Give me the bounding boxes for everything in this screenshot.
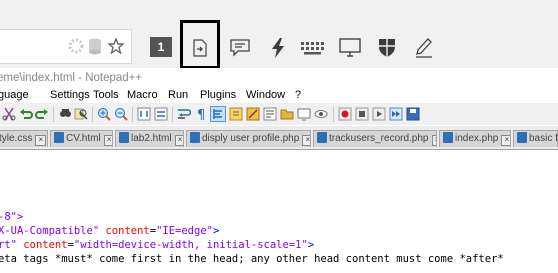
code-token: "width=device-width, initial-scale=1" <box>73 239 308 251</box>
sync-horizontal-icon[interactable] <box>154 107 168 121</box>
code-token: content <box>23 239 68 251</box>
record-macro-icon[interactable] <box>338 107 352 121</box>
code-token: X-UA-Compatible" <box>0 225 100 237</box>
code-token: > <box>307 239 315 251</box>
monitor-icon[interactable] <box>337 36 363 60</box>
close-icon[interactable]: × <box>103 135 112 146</box>
replace-icon[interactable] <box>74 107 88 121</box>
tab-count-badge[interactable]: 1 <box>150 37 172 57</box>
menu-tools[interactable]: Tools <box>93 88 119 102</box>
menu-macro[interactable]: Macro <box>127 88 158 102</box>
menu-language[interactable]: guage <box>0 88 29 102</box>
svg-text:¶: ¶ <box>197 108 205 121</box>
file-icon <box>317 132 327 143</box>
indent-guide-icon[interactable] <box>210 106 226 122</box>
find-icon[interactable] <box>58 107 72 121</box>
lightning-icon[interactable] <box>265 36 291 60</box>
user-lang-icon[interactable] <box>229 107 243 121</box>
doc-tab[interactable]: CV.html × <box>50 130 113 147</box>
sync-vertical-icon[interactable] <box>137 107 151 121</box>
code-token: eta tags *must* come first in the head; … <box>0 253 504 265</box>
file-icon <box>190 132 200 143</box>
close-icon[interactable]: × <box>302 135 310 146</box>
doc-tab-label: lab2.html <box>131 133 172 144</box>
code-line: -8"> <box>0 211 23 223</box>
close-icon[interactable]: × <box>431 135 436 146</box>
doc-tab-label: basic f <box>529 133 558 144</box>
file-icon <box>443 132 453 143</box>
redo-icon[interactable] <box>35 107 49 121</box>
code-line: rt" content="width=device-width, initial… <box>0 239 314 251</box>
document-tab-bar: tyle.css × CV.html × lab2.html × disply use… <box>0 126 558 150</box>
doc-tab-label: trackusers_record.php <box>329 133 429 144</box>
word-wrap-icon[interactable] <box>177 107 191 121</box>
doc-tab-label: tyle.css <box>0 133 33 144</box>
monitoring-icon[interactable] <box>297 107 311 121</box>
code-token: content <box>105 225 150 237</box>
save-macro-icon[interactable] <box>406 107 420 121</box>
zoom-out-icon[interactable] <box>114 107 128 121</box>
zoom-in-icon[interactable] <box>97 107 111 121</box>
doc-tab[interactable]: disply user profile.php × <box>186 130 311 147</box>
doc-tab-label: CV.html <box>66 133 101 144</box>
code-token: -8"> <box>0 211 24 223</box>
browser-toolbar: 1 <box>0 0 558 69</box>
file-icon <box>517 132 527 143</box>
code-token: rt" <box>0 239 17 251</box>
star-icon[interactable] <box>107 37 125 58</box>
close-icon[interactable]: × <box>174 135 183 146</box>
code-line: eta tags *must* come first in the head; … <box>0 253 504 265</box>
shield-icon[interactable] <box>374 36 400 60</box>
run-macro-multiple-icon[interactable] <box>389 107 403 121</box>
play-macro-icon[interactable] <box>372 107 386 121</box>
menu-settings[interactable]: Settings <box>50 88 90 102</box>
menu-plugins[interactable]: Plugins <box>200 88 236 102</box>
eye-icon[interactable] <box>314 107 328 121</box>
menu-help[interactable]: ? <box>295 88 301 102</box>
doc-map-icon[interactable] <box>246 107 260 121</box>
menu-bar: guage Settings Tools Macro Run Plugins W… <box>0 88 558 102</box>
editor-toolbar: ¶ <box>0 103 558 125</box>
code-line: X-UA-Compatible" content="IE=edge"> <box>0 225 219 237</box>
doc-tab-label: disply user profile.php <box>202 133 300 144</box>
close-icon[interactable]: × <box>35 135 47 146</box>
doc-tab[interactable]: index.php × <box>439 130 511 147</box>
code-token: "IE=edge" <box>156 225 213 237</box>
folder-workspace-icon[interactable] <box>280 107 294 121</box>
window-title-bar: eme\index.html - Notepad++ <box>0 68 558 88</box>
doc-tab[interactable]: trackusers_record.php× <box>313 130 437 147</box>
cut-icon[interactable] <box>2 107 16 121</box>
reader-icon[interactable] <box>68 38 84 58</box>
database-icon[interactable] <box>88 38 102 59</box>
file-icon <box>119 132 129 143</box>
stop-macro-icon[interactable] <box>355 107 369 121</box>
close-icon[interactable]: × <box>501 135 510 146</box>
show-all-chars-icon[interactable]: ¶ <box>194 107 208 121</box>
window-title: eme\index.html - Notepad++ <box>0 72 143 84</box>
undo-icon[interactable] <box>19 107 33 121</box>
pen-icon[interactable] <box>411 36 437 60</box>
code-editor[interactable]: -8"> X-UA-Compatible" content="IE=edge">… <box>0 150 558 273</box>
doc-tab[interactable]: basic f <box>513 130 558 147</box>
send-to-icon[interactable] <box>187 36 213 60</box>
file-icon <box>54 132 64 143</box>
doc-tab[interactable]: tyle.css × <box>0 130 48 147</box>
keyboard-icon[interactable] <box>300 36 326 60</box>
doc-tab[interactable]: lab2.html × <box>115 130 184 147</box>
code-token: > <box>212 225 220 237</box>
function-list-icon[interactable] <box>263 107 277 121</box>
comment-icon[interactable] <box>227 36 253 60</box>
menu-window[interactable]: Window <box>246 88 285 102</box>
doc-tab-label: index.php <box>455 133 499 144</box>
menu-run[interactable]: Run <box>168 88 188 102</box>
